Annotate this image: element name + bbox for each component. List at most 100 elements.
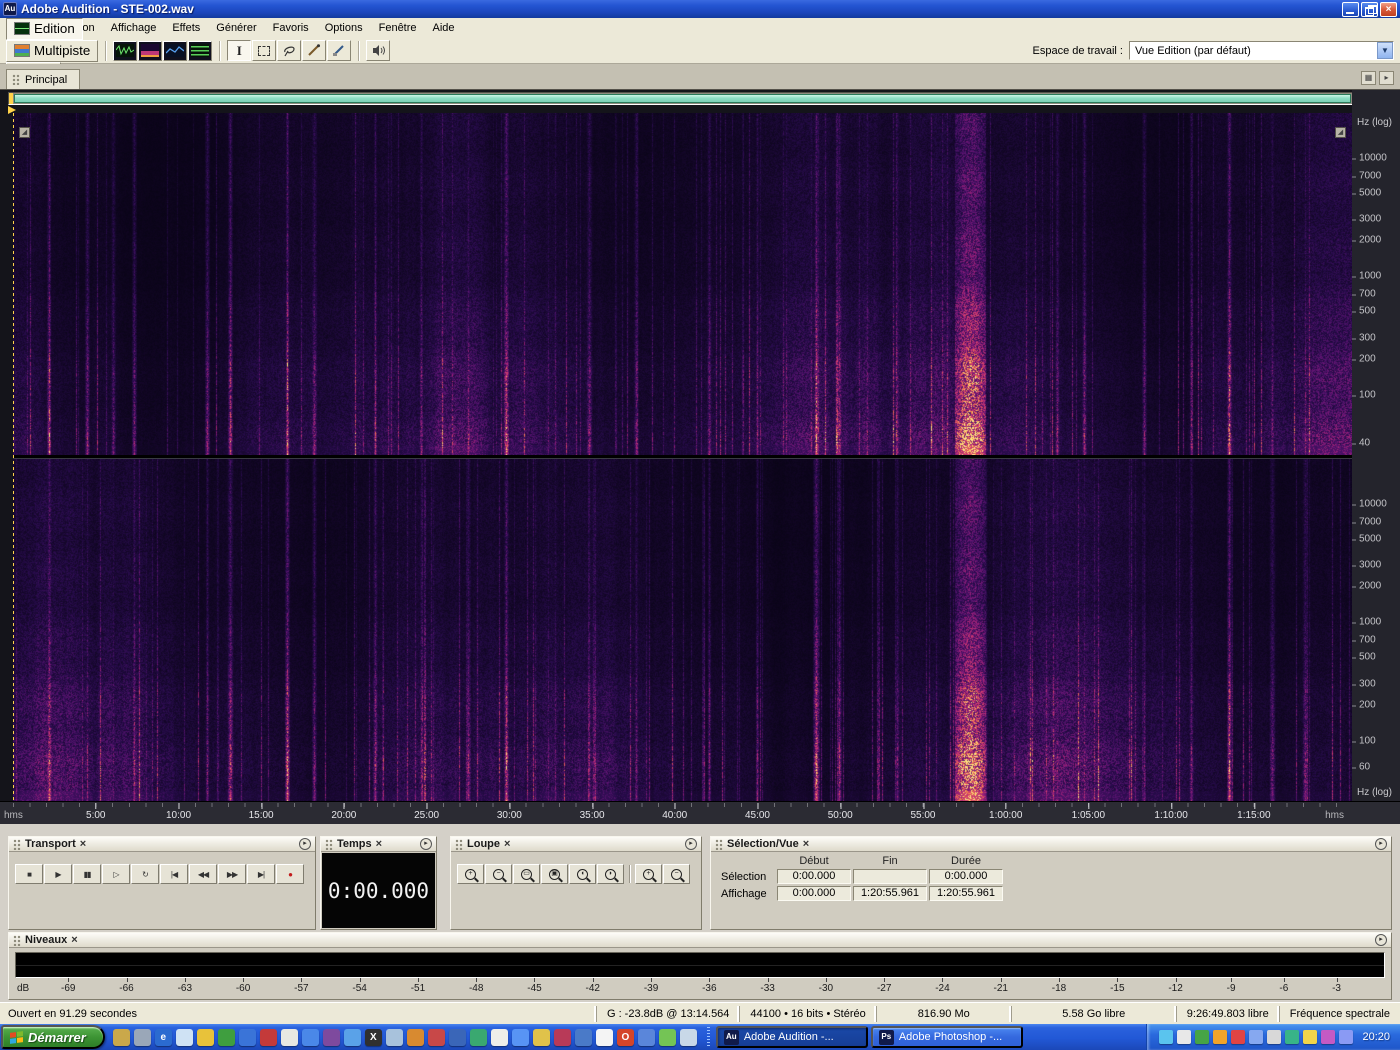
quicklaunch-icon[interactable] (217, 1028, 235, 1046)
selection-debut-field[interactable]: 0:00.000 (777, 869, 851, 884)
zoom-out-vertical-button[interactable]: − (663, 864, 690, 884)
hybrid-tool[interactable] (302, 40, 327, 61)
tray-icon[interactable] (1339, 1030, 1354, 1044)
tray-icon[interactable] (1249, 1030, 1264, 1044)
tray-icon[interactable] (1231, 1030, 1246, 1044)
close-button[interactable]: × (1380, 1, 1397, 17)
quicklaunch-icon[interactable] (511, 1028, 529, 1046)
overview-scrollbar[interactable] (8, 92, 1354, 105)
temps-panel-titlebar[interactable]: Temps × ▸ (321, 837, 436, 852)
lasso-selection-tool[interactable] (277, 40, 302, 61)
play-looped-button[interactable]: ↻ (131, 864, 159, 884)
frequency-scale[interactable]: Hz (log) 10000 7000 5000 3000 2000 1000 700 500… (1352, 90, 1400, 824)
spectrogram-right-channel[interactable] (13, 459, 1352, 801)
quicklaunch-icon[interactable]: e (154, 1028, 172, 1046)
zoom-full-button[interactable]: ▭ (513, 864, 540, 884)
quicklaunch-icon[interactable] (112, 1028, 130, 1046)
quicklaunch-icon[interactable] (448, 1028, 466, 1046)
pause-button[interactable]: ▮▮ (73, 864, 101, 884)
stop-button[interactable]: ■ (15, 864, 43, 884)
overview-range-bar[interactable] (14, 94, 1351, 103)
transport-panel-titlebar[interactable]: Transport × ▸ (9, 837, 315, 852)
spectral-frequency-view-button[interactable] (138, 40, 163, 61)
level-meter[interactable] (15, 952, 1385, 978)
tray-icon[interactable] (1321, 1030, 1336, 1044)
quicklaunch-icon[interactable] (280, 1028, 298, 1046)
quicklaunch-icon[interactable] (322, 1028, 340, 1046)
overview-left-handle[interactable] (9, 93, 13, 104)
spectral-phase-view-button[interactable] (188, 40, 213, 61)
time-display[interactable]: 0:00.000 (322, 853, 435, 928)
multipiste-mode-button[interactable]: Multipiste (6, 39, 99, 62)
quicklaunch-icon[interactable] (490, 1028, 508, 1046)
panel-menu-icon[interactable]: ▸ (299, 838, 311, 850)
loupe-panel-titlebar[interactable]: Loupe × ▸ (451, 837, 701, 852)
tray-icon[interactable] (1267, 1030, 1282, 1044)
close-icon[interactable]: × (803, 838, 809, 850)
waveform-view-button[interactable] (113, 40, 138, 61)
selection-fin-field[interactable] (853, 869, 927, 884)
quicklaunch-icon[interactable] (196, 1028, 214, 1046)
quicklaunch-icon[interactable] (343, 1028, 361, 1046)
edition-mode-button[interactable]: Edition (6, 17, 83, 40)
task-adobe-photoshop[interactable]: Ps Adobe Photoshop -... (870, 1026, 1023, 1048)
quicklaunch-icon[interactable] (532, 1028, 550, 1046)
zoom-selection-left-button[interactable]: ◖ (569, 864, 596, 884)
panel-options-icon[interactable]: ▦ (1361, 71, 1376, 85)
move-clip-tool[interactable] (327, 40, 352, 61)
zoom-selection-button[interactable]: ▣ (541, 864, 568, 884)
quicklaunch-icon[interactable] (574, 1028, 592, 1046)
minimize-button[interactable] (1342, 1, 1359, 17)
collapse-left-handle[interactable]: ◢ (19, 127, 30, 138)
play-button[interactable]: ▶ (44, 864, 72, 884)
zoom-in-vertical-button[interactable]: + (635, 864, 662, 884)
zoom-in-button[interactable]: + (457, 864, 484, 884)
collapse-right-handle[interactable]: ◢ (1335, 127, 1346, 138)
taskbar-clock[interactable]: 20:20 (1362, 1031, 1390, 1043)
affichage-debut-field[interactable]: 0:00.000 (777, 886, 851, 901)
go-to-beginning-button[interactable]: |◀ (160, 864, 188, 884)
quicklaunch-icon[interactable] (238, 1028, 256, 1046)
fast-forward-button[interactable]: ▶▶ (218, 864, 246, 884)
zoom-out-button[interactable]: − (485, 864, 512, 884)
selection-vue-titlebar[interactable]: Sélection/Vue × ▸ (711, 837, 1391, 852)
time-selection-tool[interactable]: I (227, 40, 252, 61)
tray-icon[interactable] (1303, 1030, 1318, 1044)
niveaux-titlebar[interactable]: Niveaux × ▸ (9, 933, 1391, 948)
tab-principal[interactable]: Principal (6, 69, 81, 89)
menu-item[interactable]: Effets (164, 20, 208, 36)
menu-item[interactable]: Favoris (265, 20, 317, 36)
panel-menu-icon[interactable]: ▸ (1379, 71, 1394, 85)
quicklaunch-icon[interactable] (259, 1028, 277, 1046)
quicklaunch-icon[interactable] (427, 1028, 445, 1046)
menu-item[interactable]: Aide (425, 20, 463, 36)
quicklaunch-icon[interactable] (595, 1028, 613, 1046)
menu-item[interactable]: Générer (208, 20, 264, 36)
quicklaunch-icon[interactable] (175, 1028, 193, 1046)
menu-item[interactable]: Options (317, 20, 371, 36)
quicklaunch-icon[interactable] (406, 1028, 424, 1046)
spectrogram-left-channel[interactable] (13, 113, 1352, 455)
quicklaunch-icon[interactable] (553, 1028, 571, 1046)
playhead-line[interactable] (13, 113, 14, 801)
tray-icon[interactable] (1195, 1030, 1210, 1044)
menu-item[interactable]: Fenêtre (371, 20, 425, 36)
quicklaunch-icon[interactable] (679, 1028, 697, 1046)
tray-icon[interactable] (1285, 1030, 1300, 1044)
rewind-button[interactable]: ◀◀ (189, 864, 217, 884)
task-adobe-audition[interactable]: Au Adobe Audition -... (715, 1026, 868, 1048)
quicklaunch-icon[interactable] (385, 1028, 403, 1046)
time-ruler[interactable]: hms 5:00 10:00 15:00 20:00 25:00 30:00 35:00 40… (0, 801, 1400, 824)
quicklaunch-icon[interactable]: O (616, 1028, 634, 1046)
restore-button[interactable] (1361, 1, 1378, 17)
quicklaunch-icon[interactable] (637, 1028, 655, 1046)
close-icon[interactable]: × (80, 838, 86, 850)
quicklaunch-icon[interactable] (469, 1028, 487, 1046)
panel-menu-icon[interactable]: ▸ (1375, 934, 1387, 946)
tray-icon[interactable] (1177, 1030, 1192, 1044)
close-icon[interactable]: × (376, 838, 382, 850)
close-icon[interactable]: × (71, 934, 77, 946)
scrub-tool[interactable] (366, 40, 391, 61)
zoom-selection-right-button[interactable]: ◗ (597, 864, 624, 884)
tray-icon[interactable] (1213, 1030, 1228, 1044)
